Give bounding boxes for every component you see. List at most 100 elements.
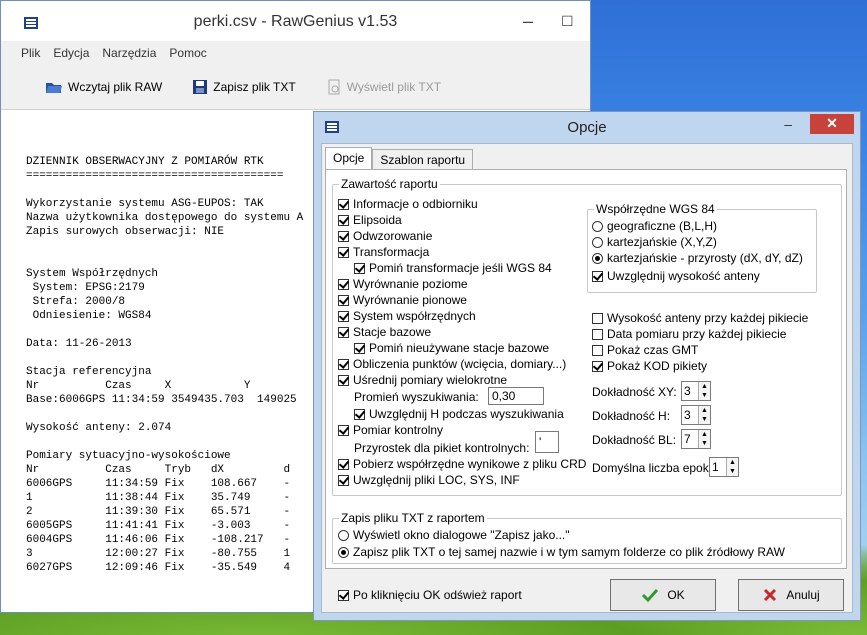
radio-cartesian-increments[interactable]: kartezjańskie - przyrosty (dX, dY, dZ)	[592, 251, 803, 265]
checkbox-show-code[interactable]: Pokaż KOD pikiety	[592, 359, 707, 373]
radio-save-as-dialog[interactable]: Wyświetl okno dialogowe "Zapisz jako..."	[338, 528, 570, 542]
checkbox-projection[interactable]: Odwzorowanie	[338, 229, 432, 243]
checkbox-box[interactable]	[354, 342, 365, 354]
checkbox-ellipsoid[interactable]: Elipsoida	[338, 213, 402, 227]
checkbox-box[interactable]	[592, 344, 603, 356]
checkbox-box[interactable]	[338, 424, 349, 436]
checkbox-coordinate-system[interactable]: System współrzędnych	[338, 309, 476, 323]
options-dialog: Opcje – ✕ Opcje Szablon raportu Zawartoś…	[313, 111, 861, 621]
txt-save-legend: Zapis pliku TXT z raportem	[339, 511, 487, 525]
checkbox-skip-transformation-wgs84[interactable]: Pomiń transformacje jeśli WGS 84	[354, 261, 552, 275]
checkbox-receiver-info[interactable]: Informacje o odbiorniku	[338, 197, 478, 211]
checkbox-base-stations[interactable]: Stacje bazowe	[338, 325, 431, 339]
checkbox-box[interactable]	[338, 589, 349, 601]
radio-save-same-folder[interactable]: Zapisz plik TXT o tej samej nazwie i w t…	[338, 545, 785, 559]
cancel-button[interactable]: Anuluj	[738, 579, 844, 611]
checkbox-vertical-adjustment[interactable]: Wyrównanie pionowe	[338, 293, 467, 307]
stepper-up-icon[interactable]: ▲	[699, 382, 710, 391]
checkbox-box[interactable]	[338, 230, 349, 242]
checkbox-average-measurements[interactable]: Uśrednij pomiary wielokrotne	[338, 373, 507, 387]
checkbox-refresh-report[interactable]: Po kliknięciu OK odśwież raport	[338, 588, 522, 602]
show-txt-button[interactable]: Wyświetl plik TXT	[326, 79, 441, 95]
checkbox-box[interactable]	[354, 408, 365, 420]
checkbox-show-gmt[interactable]: Pokaż czas GMT	[592, 343, 698, 357]
checkbox-box[interactable]	[592, 360, 603, 372]
precision-bl-label: Dokładność BL:	[592, 433, 677, 447]
radio-circle[interactable]	[592, 220, 603, 232]
checkbox-box[interactable]	[592, 328, 603, 340]
report-content-legend: Zawartość raportu	[339, 177, 440, 191]
save-txt-button[interactable]: Zapisz plik TXT	[192, 79, 296, 95]
ok-button[interactable]: OK	[610, 579, 716, 611]
checkbox-box[interactable]	[338, 246, 349, 258]
checkbox-box[interactable]	[592, 312, 603, 324]
default-epochs-stepper[interactable]: 1 ▲ ▼	[709, 457, 739, 477]
checkbox-box[interactable]	[338, 294, 349, 306]
precision-bl-stepper[interactable]: 7 ▲ ▼	[681, 429, 711, 449]
save-disk-icon	[193, 80, 208, 94]
checkbox-box[interactable]	[338, 214, 349, 226]
stepper-down-icon[interactable]: ▼	[727, 467, 738, 476]
wgs84-group: Współrzędne WGS 84 geograficzne (B,L,H) …	[587, 202, 817, 293]
main-window-title: perki.csv - RawGenius v1.53	[193, 13, 398, 30]
dialog-minimize-icon[interactable]: –	[784, 116, 792, 132]
menu-narzedzia[interactable]: Narzędzia	[102, 46, 156, 60]
checkbox-box[interactable]	[338, 358, 349, 370]
checkbox-transformation[interactable]: Transformacja	[338, 245, 429, 259]
checkbox-include-antenna-height[interactable]: Uwzględnij wysokość anteny	[592, 269, 760, 283]
precision-h-stepper[interactable]: 3 ▲ ▼	[681, 405, 711, 425]
checkbox-skip-unused-stations[interactable]: Pomiń nieużywane stacje bazowe	[354, 341, 549, 355]
precision-xy-stepper[interactable]: 3 ▲ ▼	[681, 381, 711, 401]
radio-cartesian[interactable]: kartezjańskie (X,Y,Z)	[592, 235, 717, 249]
wgs84-legend: Współrzędne WGS 84	[594, 202, 717, 216]
stepper-down-icon[interactable]: ▼	[699, 391, 710, 400]
menu-plik[interactable]: Plik	[21, 46, 40, 60]
stepper-up-icon[interactable]: ▲	[699, 430, 710, 439]
control-increment-input[interactable]	[535, 431, 559, 453]
search-radius-input[interactable]	[488, 387, 544, 405]
checkbox-antenna-height-each[interactable]: Wysokość anteny przy każdej pikiecie	[592, 311, 808, 325]
load-raw-button[interactable]: Wczytaj plik RAW	[45, 79, 162, 95]
checkbox-box[interactable]	[338, 310, 349, 322]
stepper-up-icon[interactable]: ▲	[699, 406, 710, 415]
menu-bar: Plik Edycja Narzędzia Pomoc	[1, 41, 590, 65]
checkbox-point-calculations[interactable]: Obliczenia punktów (wcięcia, domiary...)	[338, 357, 566, 371]
main-title-bar[interactable]: perki.csv - RawGenius v1.53 – ☐	[1, 1, 590, 41]
checkbox-include-loc-sys-inf[interactable]: Uwzględnij pliki LOC, SYS, INF	[338, 473, 520, 487]
tab-strip: Opcje Szablon raportu	[325, 147, 474, 171]
checkbox-box[interactable]	[592, 270, 603, 282]
dialog-close-icon[interactable]: ✕	[810, 114, 854, 134]
checkbox-fetch-crd[interactable]: Pobierz współrzędne wynikowe z pliku CRD	[338, 457, 586, 471]
dialog-body: Opcje Szablon raportu Zawartość raportu …	[321, 143, 853, 613]
minimize-icon[interactable]: –	[523, 12, 533, 30]
stepper-down-icon[interactable]: ▼	[699, 415, 710, 424]
radio-circle[interactable]	[338, 529, 349, 541]
checkbox-box[interactable]	[354, 262, 365, 274]
checkbox-horizontal-adjustment[interactable]: Wyrównanie poziome	[338, 277, 468, 291]
checkbox-box[interactable]	[338, 474, 349, 486]
checkbox-include-h-search[interactable]: Uwzględnij H podczas wyszukiwania	[354, 407, 564, 421]
report-content-group: Zawartość raportu Informacje o odbiornik…	[332, 177, 842, 496]
tab-szablon-raportu[interactable]: Szablon raportu	[372, 149, 474, 171]
checkbox-box[interactable]	[338, 326, 349, 338]
menu-pomoc[interactable]: Pomoc	[169, 46, 206, 60]
maximize-icon[interactable]: ☐	[561, 13, 574, 29]
radio-geographic[interactable]: geograficzne (B,L,H)	[592, 219, 717, 233]
menu-edycja[interactable]: Edycja	[53, 46, 89, 60]
checkbox-control-measurement[interactable]: Pomiar kontrolny	[338, 423, 443, 437]
stepper-down-icon[interactable]: ▼	[699, 439, 710, 448]
tab-opcje[interactable]: Opcje	[325, 147, 373, 169]
radio-circle[interactable]	[592, 236, 603, 248]
checkbox-box[interactable]	[338, 278, 349, 290]
radio-circle[interactable]	[592, 252, 603, 264]
checkmark-icon	[642, 588, 659, 603]
checkbox-box[interactable]	[338, 458, 349, 470]
default-epochs-label: Domyślna liczba epok	[592, 461, 709, 475]
checkbox-date-each[interactable]: Data pomiaru przy każdej pikiecie	[592, 327, 786, 341]
stepper-up-icon[interactable]: ▲	[727, 458, 738, 467]
radio-circle[interactable]	[338, 546, 349, 558]
dialog-title-bar[interactable]: Opcje – ✕	[314, 112, 860, 142]
checkbox-box[interactable]	[338, 374, 349, 386]
checkbox-box[interactable]	[338, 198, 349, 210]
dialog-title: Opcje	[567, 119, 607, 136]
